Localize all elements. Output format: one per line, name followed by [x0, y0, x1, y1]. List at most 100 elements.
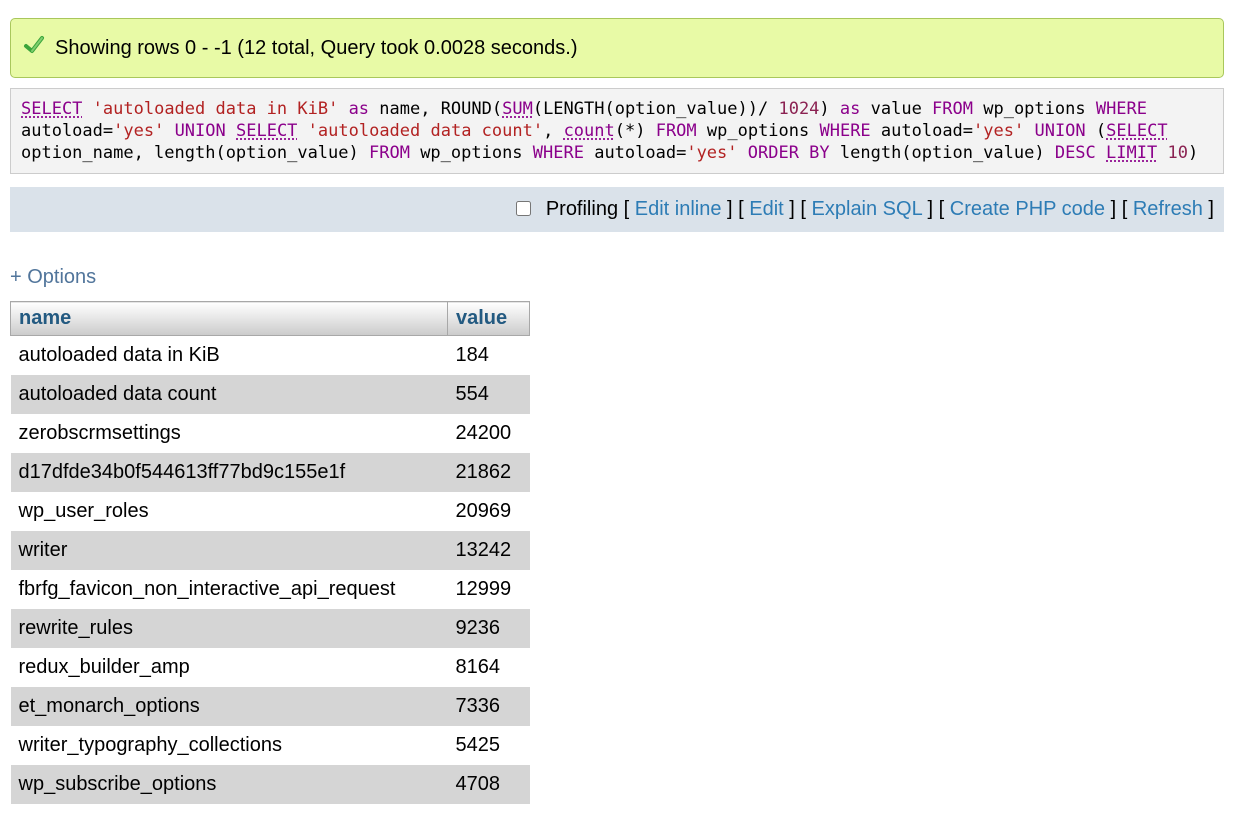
sql-query-text: SELECT 'autoloaded data in KiB' as name,… [21, 99, 1198, 163]
explain-sql-link[interactable]: Explain SQL [812, 198, 922, 220]
cell-name: writer [11, 531, 448, 570]
sql-token: as [840, 99, 860, 119]
cell-name: redux_builder_amp [11, 648, 448, 687]
sql-token: ( [1086, 121, 1106, 141]
table-row: autoloaded data in KiB184 [11, 336, 530, 376]
table-row: fbrfg_favicon_non_interactive_api_reques… [11, 570, 530, 609]
sql-token: 'yes' [113, 121, 164, 141]
phpmyadmin-query-results-page: { "message": { "text": "Showing rows 0 -… [0, 18, 1234, 825]
sql-token [1096, 143, 1106, 163]
toolbar-links: [ Edit inline ] [ Edit ] [ Explain SQL ]… [618, 198, 1214, 220]
cell-value: 20969 [448, 492, 530, 531]
cell-name: zerobscrmsettings [11, 414, 448, 453]
sql-token: option_name, length(option_value) [21, 143, 369, 163]
sql-token: (LENGTH(option_value))/ [533, 99, 779, 119]
sql-token: name, ROUND( [369, 99, 502, 119]
cell-value: 7336 [448, 687, 530, 726]
cell-name: writer_typography_collections [11, 726, 448, 765]
table-row: autoloaded data count554 [11, 375, 530, 414]
sql-token: WHERE [1096, 99, 1147, 119]
success-check-icon [23, 34, 45, 62]
edit-link[interactable]: Edit [749, 198, 783, 220]
sql-token: 10 [1167, 143, 1187, 163]
table-row: et_monarch_options7336 [11, 687, 530, 726]
sql-token: (*) [615, 121, 656, 141]
sql-doc-link[interactable]: SUM [502, 99, 533, 119]
sql-token [82, 99, 92, 119]
table-row: wp_subscribe_options4708 [11, 765, 530, 804]
table-header-row: name value [11, 302, 530, 336]
cell-name: d17dfde34b0f544613ff77bd9c155e1f [11, 453, 448, 492]
cell-name: fbrfg_favicon_non_interactive_api_reques… [11, 570, 448, 609]
sql-token: , [543, 121, 563, 141]
results-tbody: autoloaded data in KiB184autoloaded data… [11, 336, 530, 805]
sql-token [1024, 121, 1034, 141]
cell-value: 184 [448, 336, 530, 376]
cell-value: 12999 [448, 570, 530, 609]
sql-doc-link[interactable]: SELECT [1106, 121, 1167, 141]
cell-value: 4708 [448, 765, 530, 804]
sql-token: length(option_value) [830, 143, 1055, 163]
sort-by-name-link[interactable]: name [19, 307, 71, 329]
sql-token: FROM [932, 99, 973, 119]
sql-token [738, 143, 748, 163]
profiling-label: Profiling [546, 198, 618, 220]
sql-token: UNION [175, 121, 226, 141]
results-table: name value autoloaded data in KiB184auto… [10, 301, 530, 804]
table-row: rewrite_rules9236 [11, 609, 530, 648]
sql-token: autoload= [21, 121, 113, 141]
sql-doc-link[interactable]: SELECT [21, 99, 82, 119]
cell-value: 9236 [448, 609, 530, 648]
table-row: writer13242 [11, 531, 530, 570]
sql-token [164, 121, 174, 141]
column-header-value: value [448, 302, 530, 336]
sql-token [226, 121, 236, 141]
sql-token [297, 121, 307, 141]
sql-token: ORDER BY [748, 143, 830, 163]
table-row: redux_builder_amp8164 [11, 648, 530, 687]
sql-token: 1024 [778, 99, 819, 119]
cell-value: 554 [448, 375, 530, 414]
sql-doc-link[interactable]: count [564, 121, 615, 141]
edit-inline-link[interactable]: Edit inline [635, 198, 722, 220]
profiling-checkbox[interactable] [516, 201, 531, 216]
cell-value: 8164 [448, 648, 530, 687]
sql-token: 'yes' [973, 121, 1024, 141]
sql-query-box: SELECT 'autoloaded data in KiB' as name,… [10, 88, 1224, 174]
sql-token: FROM [656, 121, 697, 141]
refresh-link[interactable]: Refresh [1133, 198, 1203, 220]
sort-by-value-link[interactable]: value [456, 307, 507, 329]
query-status-message: Showing rows 0 - -1 (12 total, Query too… [10, 18, 1224, 78]
sql-token: autoload= [584, 143, 686, 163]
sql-token: 'autoloaded data count' [308, 121, 543, 141]
sql-token: 'yes' [686, 143, 737, 163]
sql-token: wp_options [410, 143, 533, 163]
sql-token: DESC [1055, 143, 1096, 163]
cell-value: 24200 [448, 414, 530, 453]
column-header-name: name [11, 302, 448, 336]
sql-token [338, 99, 348, 119]
sql-token: value [860, 99, 932, 119]
cell-value: 13242 [448, 531, 530, 570]
sql-token: wp_options [697, 121, 820, 141]
cell-name: autoloaded data count [11, 375, 448, 414]
cell-name: rewrite_rules [11, 609, 448, 648]
sql-token: wp_options [973, 99, 1096, 119]
cell-name: wp_user_roles [11, 492, 448, 531]
sql-token: UNION [1034, 121, 1085, 141]
sql-doc-link[interactable]: SELECT [236, 121, 297, 141]
options-toggle[interactable]: + Options [10, 266, 96, 289]
cell-value: 5425 [448, 726, 530, 765]
table-row: zerobscrmsettings24200 [11, 414, 530, 453]
create-php-code-link[interactable]: Create PHP code [950, 198, 1105, 220]
table-row: wp_user_roles20969 [11, 492, 530, 531]
sql-token: FROM [369, 143, 410, 163]
status-text: Showing rows 0 - -1 (12 total, Query too… [55, 37, 578, 60]
sql-token: WHERE [819, 121, 870, 141]
sql-doc-link[interactable]: LIMIT [1106, 143, 1157, 163]
cell-name: wp_subscribe_options [11, 765, 448, 804]
sql-token: 'autoloaded data in KiB' [93, 99, 339, 119]
cell-value: 21862 [448, 453, 530, 492]
query-toolbar: Profiling [ Edit inline ] [ Edit ] [ Exp… [10, 187, 1224, 232]
cell-name: autoloaded data in KiB [11, 336, 448, 376]
